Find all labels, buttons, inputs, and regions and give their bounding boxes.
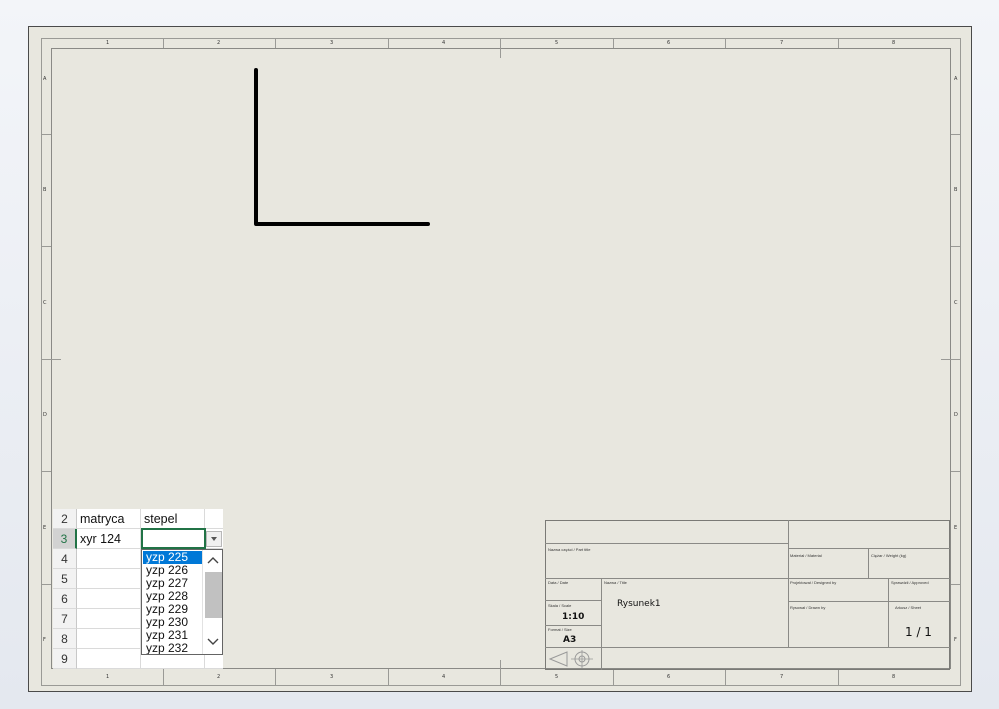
row-header[interactable]: 4 xyxy=(53,549,77,569)
format-value: A3 xyxy=(563,635,577,645)
sheet-label: Arkusz / Sheet xyxy=(895,605,922,610)
title-block-line xyxy=(545,647,950,648)
weight-label: Ciężar / Weight (kg) xyxy=(871,553,907,558)
row-header[interactable]: 2 xyxy=(53,509,77,529)
title-block-line xyxy=(788,601,950,602)
dropdown-list[interactable]: yzp 225 yzp 226 yzp 227 yzp 228 yzp 229 … xyxy=(141,549,223,655)
cell-a[interactable] xyxy=(77,589,141,609)
row-header[interactable]: 5 xyxy=(53,569,77,589)
cell-a[interactable] xyxy=(77,629,141,649)
scroll-up-icon[interactable] xyxy=(206,554,220,566)
row-header[interactable]: 8 xyxy=(53,629,77,649)
title-block-line xyxy=(545,600,601,601)
part-name-label: Nazwa części / Part title xyxy=(548,547,591,552)
cell-a[interactable] xyxy=(77,649,141,669)
row-header[interactable]: 3 xyxy=(53,529,77,549)
projection-symbol-icon xyxy=(548,650,593,668)
active-cell[interactable] xyxy=(141,528,206,549)
title-block-line xyxy=(545,543,788,544)
cell-a[interactable]: matryca xyxy=(77,509,141,529)
title-block-line xyxy=(868,548,869,578)
scroll-thumb[interactable] xyxy=(205,572,222,618)
cell-a[interactable] xyxy=(77,549,141,569)
dropdown-option[interactable]: yzp 232 xyxy=(143,642,204,655)
title-block-line xyxy=(788,548,950,549)
sheet-value: 1 / 1 xyxy=(905,625,932,639)
cell-c[interactable] xyxy=(205,509,223,529)
title-label: Nazwa / Title xyxy=(604,580,627,585)
cell-a[interactable]: xyr 124 xyxy=(77,529,141,549)
scale-value: 1:10 xyxy=(562,612,585,622)
scroll-down-icon[interactable] xyxy=(206,636,220,648)
format-label: Format / Size xyxy=(548,627,572,632)
drawn-by-label: Rysował / Drawn by xyxy=(790,605,826,610)
dropdown-arrow-icon[interactable] xyxy=(206,531,222,547)
dropdown-scrollbar[interactable] xyxy=(202,550,222,654)
cell-a[interactable] xyxy=(77,609,141,629)
title-block-line xyxy=(788,520,789,648)
material-label: Materiał / Material xyxy=(790,553,822,558)
row-header[interactable]: 7 xyxy=(53,609,77,629)
cell-b[interactable]: stepel xyxy=(141,509,205,529)
sketch-line[interactable] xyxy=(254,68,430,226)
spreadsheet-overlay: 2 matryca stepel 3 xyr 124 4 5 6 7 8 9 y… xyxy=(53,509,223,669)
approved-label: Sprawdził / Approved xyxy=(891,580,929,585)
title-block-line xyxy=(545,578,950,579)
title-block-line xyxy=(545,625,601,626)
drawing-name: Rysunek1 xyxy=(617,599,661,609)
title-block-line xyxy=(888,578,889,648)
row-header[interactable]: 9 xyxy=(53,649,77,669)
date-label: Data / Date xyxy=(548,580,569,585)
sheet-row: 2 matryca stepel xyxy=(53,509,223,529)
cell-a[interactable] xyxy=(77,569,141,589)
scale-label: Skala / Scale xyxy=(548,603,572,608)
title-block-line xyxy=(601,578,602,670)
row-header[interactable]: 6 xyxy=(53,589,77,609)
designed-label: Projektował / Designed by xyxy=(790,580,837,585)
